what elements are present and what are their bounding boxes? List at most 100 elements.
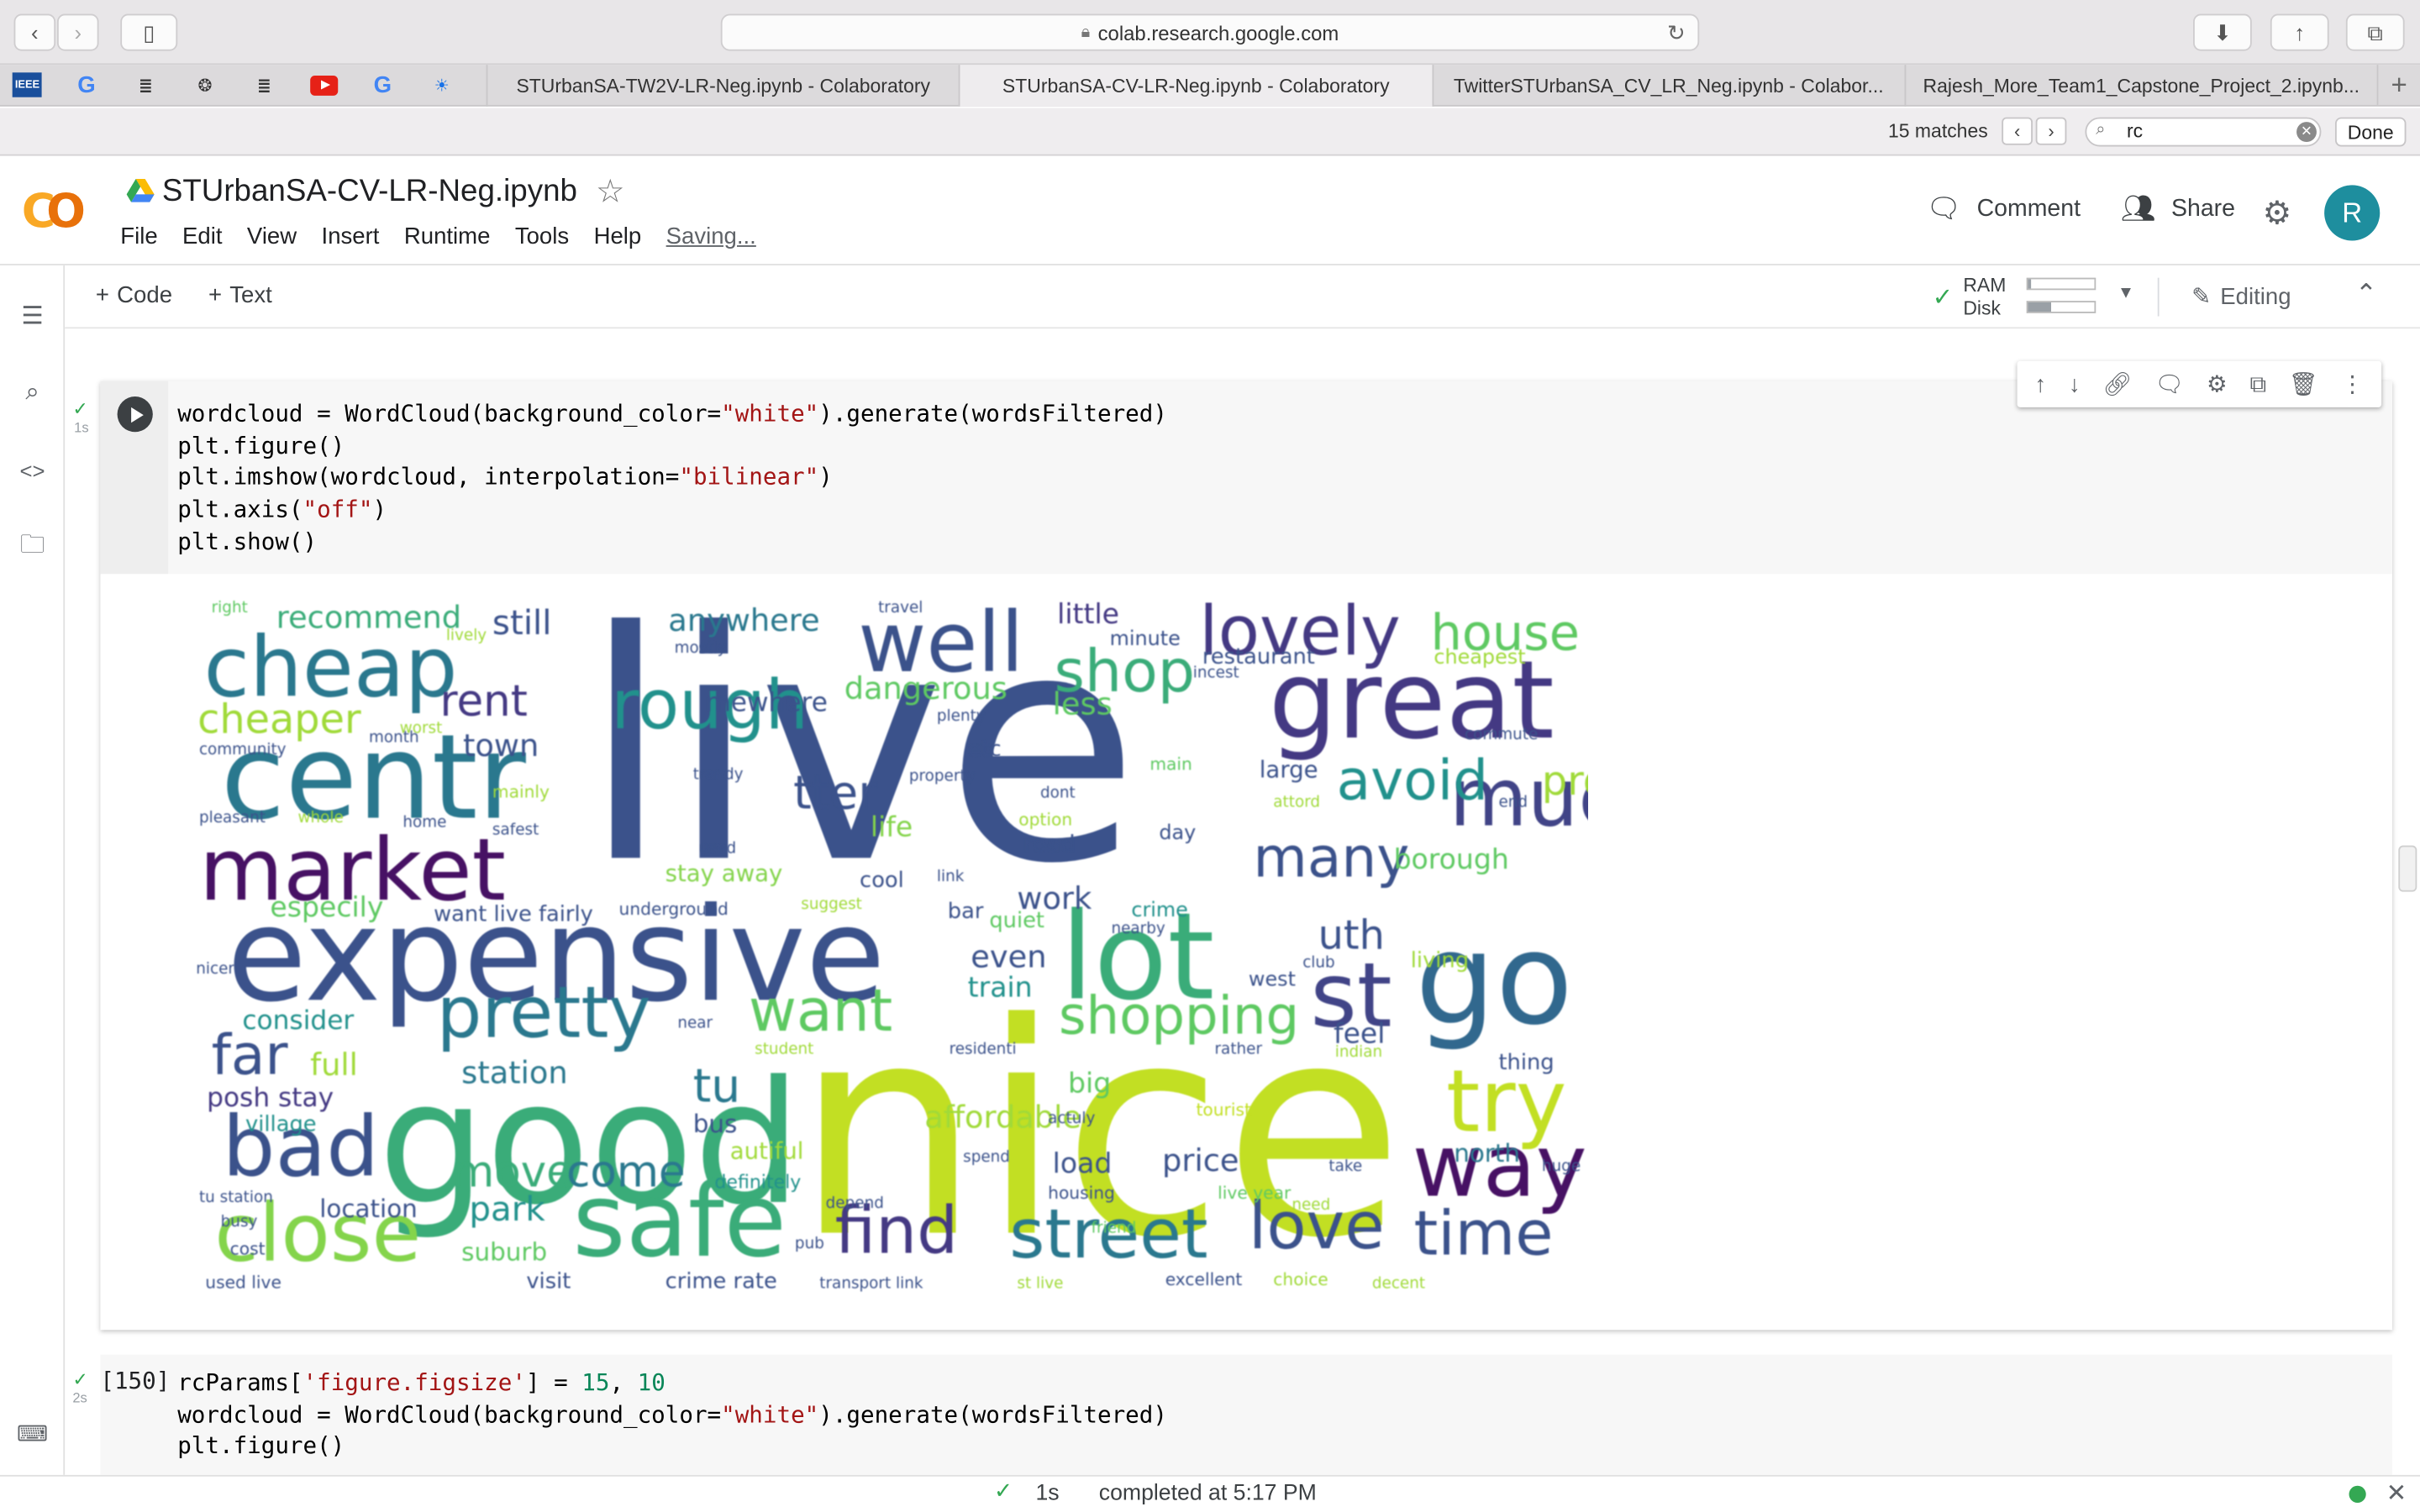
find-next-button[interactable]: › bbox=[2035, 117, 2067, 145]
bookmark-icon[interactable]: ≣ bbox=[131, 70, 161, 101]
share-page-button[interactable]: ↑ bbox=[2270, 13, 2329, 51]
clear-search-button[interactable]: ✕ bbox=[2296, 122, 2317, 142]
menu-file[interactable]: File bbox=[120, 223, 157, 249]
disk-meter[interactable] bbox=[2026, 301, 2096, 313]
code-text[interactable]: rcParams['figure.figsize'] = 15, 10 wordc… bbox=[177, 1367, 1167, 1462]
code-line[interactable]: plt.imshow(wordcloud, interpolation="bil… bbox=[177, 462, 1167, 494]
wordcloud-word: full bbox=[310, 1046, 358, 1084]
ieee-bookmark-icon[interactable]: IEEE bbox=[12, 72, 43, 97]
tab-twitter[interactable]: TwitterSTUrbanSA_CV_LR_Neg.ipynb - Colab… bbox=[1431, 65, 1905, 107]
sidebar-icon: ▯ bbox=[143, 18, 155, 45]
code-line[interactable]: plt.show() bbox=[177, 526, 1167, 558]
find-previous-button[interactable]: ‹ bbox=[2002, 117, 2033, 145]
wordcloud-word: actuly bbox=[1048, 1110, 1096, 1128]
scrollbar-thumb[interactable] bbox=[2398, 845, 2417, 892]
youtube-icon[interactable] bbox=[308, 70, 339, 101]
wordcloud-word: transport link bbox=[819, 1275, 923, 1294]
comment-icon[interactable]: 🗨︎ bbox=[2154, 370, 2184, 398]
code-cell[interactable]: wordcloud = WordCloud(background_color="… bbox=[100, 360, 2392, 1331]
bookmark-icon[interactable]: ❂ bbox=[190, 70, 220, 101]
wordcloud-word: even bbox=[971, 937, 1047, 975]
code-text[interactable]: wordcloud = WordCloud(background_color="… bbox=[177, 398, 1167, 558]
new-tab-button[interactable]: + bbox=[2376, 65, 2420, 105]
table-of-contents-icon[interactable]: ☰ bbox=[15, 299, 49, 333]
tab-capstone[interactable]: Rajesh_More_Team1_Capstone_Project_2.ipy… bbox=[1904, 65, 2377, 107]
folder-icon[interactable]: 🗀︎ bbox=[15, 531, 49, 564]
run-cell-button[interactable] bbox=[117, 396, 153, 433]
menu-tools[interactable]: Tools bbox=[515, 223, 569, 249]
wordcloud-word: come bbox=[566, 1146, 686, 1198]
add-code-button[interactable]: + Code bbox=[96, 282, 172, 308]
saving-status[interactable]: Saving... bbox=[666, 223, 756, 249]
close-icon[interactable]: ✕ bbox=[2386, 1478, 2407, 1509]
ram-meter[interactable] bbox=[2026, 277, 2096, 291]
reload-icon[interactable]: ↻ bbox=[1667, 20, 1686, 46]
editing-mode-button[interactable]: ✎ Editing bbox=[2191, 282, 2291, 310]
more-vert-icon[interactable]: ⋮ bbox=[2341, 370, 2365, 398]
tab-tw2v[interactable]: STUrbanSA-TW2V-LR-Neg.ipynb - Colaborato… bbox=[486, 65, 960, 107]
share-button[interactable]: 👥︎ Share bbox=[2121, 193, 2235, 226]
close-icon: ✕ bbox=[2301, 123, 2312, 139]
add-text-button[interactable]: + Text bbox=[208, 282, 272, 308]
code-token: plt.imshow(wordcloud, interpolation= bbox=[177, 463, 680, 491]
add-code-label: Code bbox=[117, 282, 173, 309]
resources-dropdown-icon[interactable]: ▼ bbox=[2118, 284, 2134, 302]
code-snippets-icon[interactable]: <> bbox=[15, 454, 49, 487]
move-up-icon[interactable]: ↑ bbox=[2034, 371, 2046, 397]
screen: ‹ › ▯ 🔒︎ colab.research.google.com ↻ ⬇︎ … bbox=[0, 0, 2420, 1512]
menu-runtime[interactable]: Runtime bbox=[404, 223, 491, 249]
wordcloud-word: used live bbox=[205, 1273, 281, 1294]
link-icon[interactable]: 🔗︎ bbox=[2102, 370, 2132, 398]
wordcloud-word: location bbox=[319, 1194, 418, 1224]
code-token: 'figure.figsize' bbox=[302, 1368, 526, 1397]
find-input[interactable]: rc bbox=[2085, 117, 2322, 147]
bookmark-icon[interactable]: ≣ bbox=[250, 70, 280, 101]
mirror-cell-icon[interactable]: ⧉ bbox=[2249, 371, 2266, 397]
code-line[interactable]: wordcloud = WordCloud(background_color="… bbox=[177, 1399, 1167, 1431]
google-icon[interactable]: G bbox=[368, 70, 398, 101]
comment-button[interactable]: 🗨︎ Comment bbox=[1926, 193, 2081, 226]
code-cell[interactable]: [150] rcParams['figure.figsize'] = 15, 1… bbox=[100, 1354, 2392, 1475]
back-button[interactable]: ‹ bbox=[13, 13, 56, 51]
wordcloud-word: many bbox=[1253, 827, 1410, 890]
code-line[interactable]: wordcloud = WordCloud(background_color="… bbox=[177, 398, 1167, 430]
downloads-button[interactable]: ⬇︎ bbox=[2193, 13, 2252, 51]
star-icon[interactable]: ☆ bbox=[596, 173, 625, 212]
tab-cv-lr-neg[interactable]: STUrbanSA-CV-LR-Neg.ipynb - Colaboratory bbox=[959, 65, 1432, 107]
command-palette-icon[interactable]: ⌨ bbox=[15, 1416, 49, 1450]
wordcloud-word: incest bbox=[1192, 664, 1239, 682]
forward-button[interactable]: › bbox=[56, 13, 99, 51]
wordcloud-word: want bbox=[748, 976, 893, 1045]
notebook-title[interactable]: STUrbanSA-CV-LR-Neg.ipynb bbox=[162, 175, 577, 210]
wordcloud-word: indian bbox=[1334, 1044, 1383, 1062]
wordcloud-word: want live fairly bbox=[434, 902, 593, 927]
code-editor[interactable]: wordcloud = WordCloud(background_color="… bbox=[100, 381, 2392, 575]
tab-overview-button[interactable]: ⧉ bbox=[2345, 13, 2405, 51]
code-line[interactable]: plt.axis("off") bbox=[177, 494, 1167, 526]
delete-icon[interactable]: 🗑︎ bbox=[2289, 370, 2318, 398]
code-line[interactable]: plt.figure() bbox=[177, 430, 1167, 462]
wordcloud-word: town bbox=[463, 727, 539, 764]
wordcloud-word: dont bbox=[1039, 785, 1076, 803]
settings-gear-icon[interactable]: ⚙ bbox=[2207, 370, 2228, 398]
colab-logo[interactable]: CO bbox=[22, 185, 86, 239]
menu-edit[interactable]: Edit bbox=[182, 223, 222, 249]
collapse-header-icon[interactable]: ⌃ bbox=[2355, 279, 2377, 310]
find-done-button[interactable]: Done bbox=[2334, 117, 2407, 147]
menu-help[interactable]: Help bbox=[594, 223, 642, 249]
menu-insert[interactable]: Insert bbox=[322, 223, 380, 249]
avatar[interactable]: R bbox=[2324, 185, 2381, 241]
code-line[interactable]: rcParams['figure.figsize'] = 15, 10 bbox=[177, 1367, 1167, 1399]
wordcloud-word: underground bbox=[618, 899, 729, 920]
sidebar-toggle-button[interactable]: ▯ bbox=[120, 13, 178, 51]
chevron-right-icon: › bbox=[74, 19, 82, 45]
google-icon[interactable]: G bbox=[71, 70, 102, 101]
wordcloud-word: student bbox=[755, 1041, 814, 1059]
search-icon[interactable]: ⌕ bbox=[15, 376, 49, 410]
address-bar[interactable]: 🔒︎ colab.research.google.com ↻ bbox=[720, 13, 1700, 51]
menu-view[interactable]: View bbox=[247, 223, 297, 249]
move-down-icon[interactable]: ↓ bbox=[2069, 371, 2081, 397]
code-line[interactable]: plt.figure() bbox=[177, 1431, 1167, 1462]
bulb-icon[interactable]: ☀ bbox=[427, 70, 457, 101]
settings-gear-icon[interactable]: ⚙ bbox=[2263, 194, 2292, 233]
